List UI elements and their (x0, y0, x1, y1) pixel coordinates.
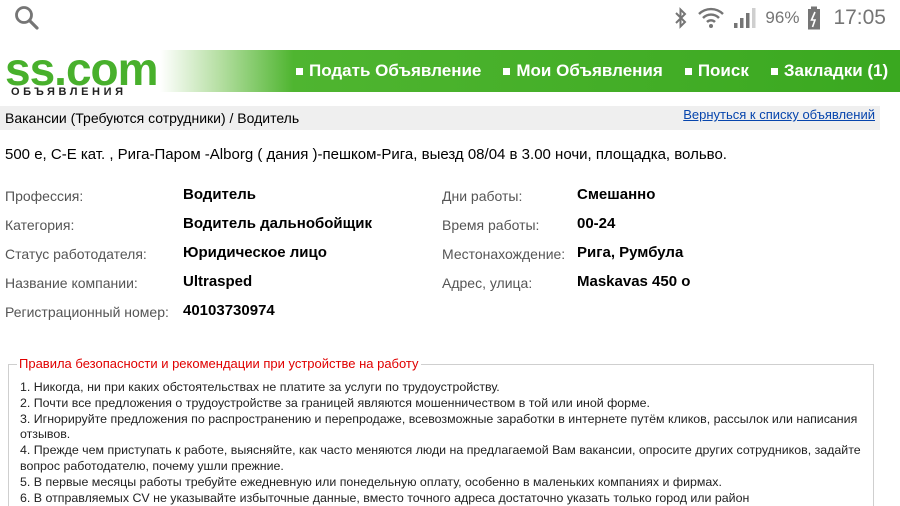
nav-post-ad[interactable]: Подать Объявление (296, 61, 481, 81)
wifi-icon (698, 7, 725, 28)
work-days-value: Смешанно (577, 186, 656, 203)
bullet-icon (770, 67, 778, 75)
company-name-value: Ultrasped (183, 273, 253, 290)
registration-number-value: 40103730974 (183, 302, 275, 319)
breadcrumb: Вакансии (Требуются сотрудники) / Водите… (5, 110, 300, 126)
list-item: 2. Почти все предложения о трудоустройст… (20, 395, 650, 410)
location-value: Рига, Румбула (577, 244, 684, 261)
nav-bookmarks[interactable]: Закладки (1) (770, 61, 889, 81)
category-label: Категория: (5, 217, 75, 233)
bullet-icon (296, 67, 303, 75)
employer-status-label: Статус работодателя: (5, 246, 147, 262)
list-item: 5. В первые месяцы работы требуйте ежедн… (20, 474, 722, 489)
battery-percent: 96% (765, 8, 800, 27)
main-nav: Подать Объявление Мои Объявления Поиск З… (296, 50, 888, 92)
employer-status-value: Юридическое лицо (183, 244, 327, 261)
company-name-label: Название компании: (5, 275, 138, 291)
list-item: 6. В отправляемых CV не указывайте избыт… (20, 490, 750, 505)
nav-my-ads[interactable]: Мои Объявления (503, 61, 663, 81)
work-hours-label: Время работы: (442, 217, 540, 233)
clock: 17:05 (833, 6, 886, 29)
nav-search[interactable]: Поиск (684, 61, 749, 81)
status-bar: 96% 17:05 (0, 0, 900, 36)
address-label: Адрес, улица: (442, 275, 533, 291)
list-item: 1. Никогда, ни при каких обстоятельствах… (20, 380, 500, 394)
nav-label: Подать Объявление (309, 61, 482, 80)
work-days-label: Дни работы: (442, 188, 523, 204)
breadcrumb-bar: Вакансии (Требуются сотрудники) / Водите… (0, 106, 880, 130)
registration-number-label: Регистрационный номер: (5, 304, 169, 320)
profession-label: Профессия: (5, 188, 84, 204)
bullet-icon (684, 67, 692, 75)
search-icon[interactable] (14, 5, 40, 31)
work-hours-value: 00-24 (577, 215, 616, 232)
site-header: ss.com ОБЪЯВЛЕНИЯ Подать Объявление Мои … (0, 43, 900, 98)
ad-description: 500 е, С-Е кат. , Рига-Паром -Alborg ( д… (5, 146, 727, 163)
category-value: Водитель дальнобойщик (183, 215, 373, 232)
back-to-list-link[interactable]: Вернуться к списку объявлений (683, 107, 875, 122)
safety-rules-list: 1. Никогда, ни при каких обстоятельствах… (20, 380, 865, 506)
bullet-icon (503, 67, 511, 75)
profession-value: Водитель (183, 186, 256, 203)
nav-label: Закладки (1) (783, 61, 889, 80)
logo-text: ss.com (5, 43, 159, 95)
nav-label: Поиск (697, 61, 749, 80)
safety-rules-title: Правила безопасности и рекомендации при … (17, 356, 421, 371)
safety-rules-box: Правила безопасности и рекомендации при … (8, 356, 874, 506)
site-logo[interactable]: ss.com ОБЪЯВЛЕНИЯ (5, 43, 159, 98)
signal-icon (734, 8, 756, 28)
bluetooth-icon (675, 7, 687, 29)
address-value: Maskavas 450 o (577, 273, 691, 290)
list-item: 4. Прежде чем приступать к работе, выясн… (20, 443, 861, 473)
nav-label: Мои Объявления (516, 61, 663, 80)
location-label: Местонахождение: (442, 246, 566, 262)
list-item: 3. Игнорируйте предложения по распростра… (20, 411, 858, 442)
battery-icon (808, 6, 821, 30)
